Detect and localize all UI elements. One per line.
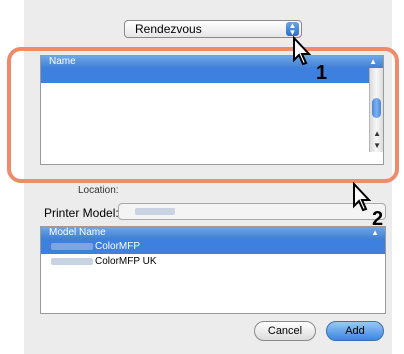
connection-type-label: Rendezvous bbox=[135, 22, 202, 36]
model-list-row[interactable]: ColorMFP UK bbox=[41, 254, 385, 269]
redacted-vendor-name bbox=[51, 257, 93, 265]
popup-arrows-icon: ▲ ▼ bbox=[286, 22, 299, 37]
model-name-column-label: Model Name bbox=[49, 227, 106, 238]
name-column-label: Name bbox=[49, 56, 76, 67]
scroll-down-icon[interactable]: ▼ bbox=[373, 141, 381, 150]
model-row-label: ColorMFP UK bbox=[95, 256, 157, 267]
model-list[interactable]: Model Name ▲ ColorMFP ColorMFP UK bbox=[40, 226, 386, 314]
add-button[interactable]: Add bbox=[326, 321, 384, 341]
sort-ascending-icon: ▲ bbox=[369, 57, 377, 66]
printer-list[interactable]: Name ▲ ▲ ▼ bbox=[40, 55, 384, 165]
printer-model-label: Printer Model: bbox=[44, 206, 119, 220]
cancel-button[interactable]: Cancel bbox=[254, 321, 316, 341]
scroll-thumb[interactable] bbox=[372, 98, 381, 118]
cursor-arrow-icon bbox=[352, 181, 374, 218]
step-number-1: 1 bbox=[316, 62, 328, 84]
location-label: Location: bbox=[78, 185, 119, 196]
model-list-header[interactable]: Model Name ▲ bbox=[41, 227, 385, 239]
redacted-model-name bbox=[135, 208, 175, 215]
printer-list-row[interactable] bbox=[41, 68, 383, 83]
printer-list-header[interactable]: Name ▲ bbox=[41, 56, 383, 68]
scroll-up-icon[interactable]: ▲ bbox=[373, 129, 381, 138]
printer-model-select[interactable] bbox=[118, 203, 386, 220]
cursor-arrow-icon bbox=[292, 35, 314, 72]
step-number-2: 2 bbox=[372, 208, 384, 230]
printer-list-scrollbar[interactable]: ▲ ▼ bbox=[369, 68, 383, 152]
model-list-row[interactable]: ColorMFP bbox=[41, 239, 385, 254]
model-row-label: ColorMFP bbox=[95, 241, 141, 252]
redacted-vendor-name bbox=[51, 242, 93, 250]
connection-type-popup[interactable]: Rendezvous ▲ ▼ bbox=[124, 20, 302, 38]
